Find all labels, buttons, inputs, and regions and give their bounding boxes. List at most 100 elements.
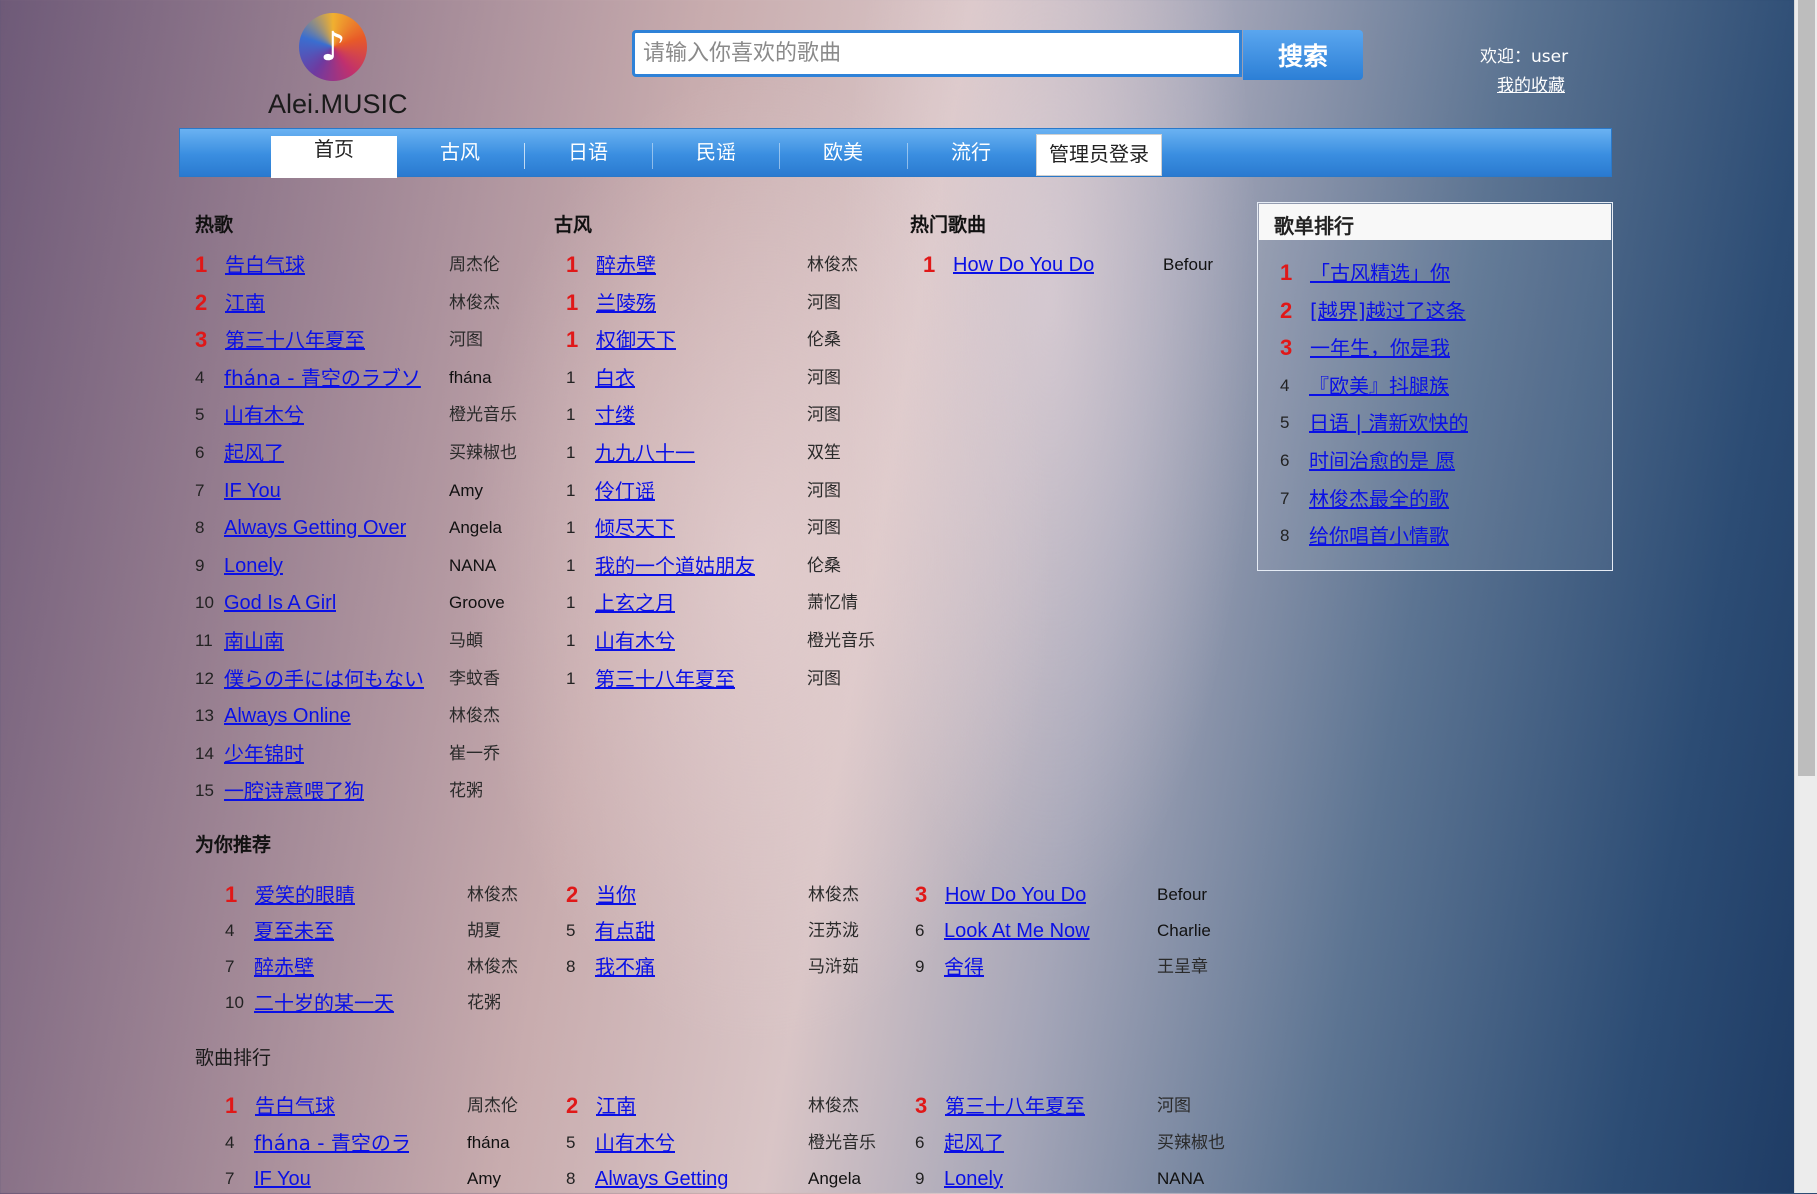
song-row: 4 『欧美』抖腿族: [1280, 371, 1490, 401]
song-link[interactable]: 南山南: [224, 626, 284, 656]
song-link[interactable]: Always Online: [224, 701, 351, 731]
artist-name: fhána: [467, 1133, 510, 1152]
rank-number: 2: [566, 882, 579, 907]
rank-number: 5: [566, 921, 576, 940]
song-row: 1 寸缕 河图: [566, 400, 887, 430]
song-link[interactable]: [越界]越过了这条: [1310, 296, 1466, 326]
artist-name: 林俊杰: [449, 293, 500, 313]
song-link[interactable]: 一年生，你是我: [1310, 333, 1450, 363]
page-scrollbar[interactable]: [1794, 0, 1817, 1193]
rank-number: 9: [195, 556, 205, 575]
rank-number: 9: [915, 957, 925, 976]
song-link[interactable]: 第三十八年夏至: [945, 1091, 1085, 1121]
song-link[interactable]: 我不痛: [595, 952, 655, 982]
rank-number: 7: [225, 957, 235, 976]
song-link[interactable]: fhána - 青空のラ: [254, 1128, 409, 1158]
song-link[interactable]: 夏至未至: [254, 916, 334, 946]
nav-item-japanese[interactable]: 日语: [525, 139, 651, 188]
song-link[interactable]: God Is A Girl: [224, 588, 336, 618]
song-row: 1 「古风精选」你: [1280, 258, 1490, 288]
rank-number: 1: [566, 443, 576, 462]
song-link[interactable]: 起风了: [224, 438, 284, 468]
song-link[interactable]: 江南: [596, 1091, 636, 1121]
artist-name: fhána: [449, 368, 492, 387]
song-link[interactable]: 兰陵殇: [596, 288, 656, 318]
song-link[interactable]: IF You: [254, 1164, 311, 1194]
artist-name: NANA: [1157, 1169, 1205, 1188]
song-link[interactable]: 九九八十一: [595, 438, 695, 468]
song-link[interactable]: 倾尽天下: [595, 513, 675, 543]
song-link[interactable]: 日语 | 清新欢快的: [1309, 408, 1468, 438]
song-link[interactable]: 告白气球: [225, 250, 305, 280]
song-link[interactable]: Look At Me Now: [944, 916, 1090, 946]
artist-name: 林俊杰: [808, 1096, 859, 1116]
rank-number: 6: [1280, 451, 1290, 470]
song-link[interactable]: 醉赤壁: [254, 952, 314, 982]
song-link[interactable]: 山有木兮: [595, 626, 675, 656]
song-link[interactable]: 有点甜: [595, 916, 655, 946]
song-link[interactable]: 一腔诗意喂了狗: [224, 776, 364, 806]
song-row: 1 爱笑的眼睛 林俊杰: [225, 880, 547, 910]
welcome-text: 欢迎：user: [1480, 47, 1569, 67]
logo-text[interactable]: Alei.MUSIC: [268, 89, 408, 120]
song-link[interactable]: 『欧美』抖腿族: [1309, 371, 1449, 401]
song-link[interactable]: 山有木兮: [595, 1128, 675, 1158]
nav-item-pop[interactable]: 流行: [908, 139, 1034, 188]
song-link[interactable]: Lonely: [944, 1164, 1003, 1194]
song-link[interactable]: How Do You Do: [953, 250, 1094, 280]
rank-number: 3: [915, 1093, 928, 1118]
song-link[interactable]: 伶仃谣: [595, 476, 655, 506]
search-input[interactable]: [632, 30, 1242, 77]
song-link[interactable]: 起风了: [944, 1128, 1004, 1158]
song-link[interactable]: 僕らの手には何もない: [224, 664, 424, 694]
artist-name: 买辣椒也: [449, 443, 517, 463]
rank-number: 3: [915, 882, 928, 907]
song-link[interactable]: 我的一个道姑朋友: [595, 551, 755, 581]
artist-name: 河图: [807, 669, 841, 689]
song-link[interactable]: 醉赤壁: [596, 250, 656, 280]
song-link[interactable]: IF You: [224, 476, 281, 506]
search-button[interactable]: 搜索: [1243, 30, 1363, 80]
song-row: 2 当你 林俊杰: [566, 880, 888, 910]
rank-number: 2: [566, 1093, 579, 1118]
song-link[interactable]: Always Getting: [595, 1164, 728, 1194]
song-link[interactable]: 江南: [225, 288, 265, 318]
song-link[interactable]: 权御天下: [596, 325, 676, 355]
song-link[interactable]: 告白气球: [255, 1091, 335, 1121]
song-link[interactable]: 爱笑的眼睛: [255, 880, 355, 910]
nav-item-folk[interactable]: 民谣: [653, 139, 779, 188]
song-link[interactable]: 山有木兮: [224, 400, 304, 430]
song-link[interactable]: 当你: [596, 880, 636, 910]
song-link[interactable]: 二十岁的某一天: [254, 988, 394, 1018]
nav-item-gufeng[interactable]: 古风: [397, 139, 523, 188]
song-link[interactable]: 舍得: [944, 952, 984, 982]
song-link[interactable]: 第三十八年夏至: [225, 325, 365, 355]
admin-login-button[interactable]: 管理员登录: [1036, 134, 1162, 176]
song-link[interactable]: 少年锦时: [224, 739, 304, 769]
song-link[interactable]: 白衣: [595, 363, 635, 393]
song-link[interactable]: 「古风精选」你: [1310, 258, 1450, 288]
song-link[interactable]: fhána - 青空のラブソ: [224, 363, 421, 393]
rank-number: 4: [225, 1133, 235, 1152]
logo-icon[interactable]: ♪: [299, 13, 367, 81]
song-row: 5 山有木兮 橙光音乐: [566, 1128, 888, 1158]
rank-number: 5: [566, 1133, 576, 1152]
nav-item-home[interactable]: 首页: [271, 136, 397, 178]
song-link[interactable]: 给你唱首小情歌: [1309, 521, 1449, 551]
artist-name: Angela: [808, 1169, 861, 1188]
song-row: 1 我的一个道姑朋友 伦桑: [566, 551, 887, 581]
scrollbar-thumb[interactable]: [1798, 0, 1815, 776]
artist-name: Charlie: [1157, 921, 1211, 940]
song-link[interactable]: 第三十八年夏至: [595, 664, 735, 694]
song-link[interactable]: 时间治愈的是 愿: [1309, 446, 1455, 476]
song-link[interactable]: 林俊杰最全的歌: [1309, 484, 1449, 514]
song-link[interactable]: Lonely: [224, 551, 283, 581]
gufeng-title: 古风: [554, 214, 593, 236]
song-row: 9 Lonely NANA: [915, 1164, 1237, 1194]
song-link[interactable]: 上玄之月: [595, 588, 675, 618]
song-link[interactable]: Always Getting Over: [224, 513, 406, 543]
song-link[interactable]: How Do You Do: [945, 880, 1086, 910]
song-link[interactable]: 寸缕: [595, 400, 635, 430]
nav-item-western[interactable]: 欧美: [780, 139, 906, 188]
favorites-link[interactable]: 我的收藏: [1497, 71, 1565, 96]
